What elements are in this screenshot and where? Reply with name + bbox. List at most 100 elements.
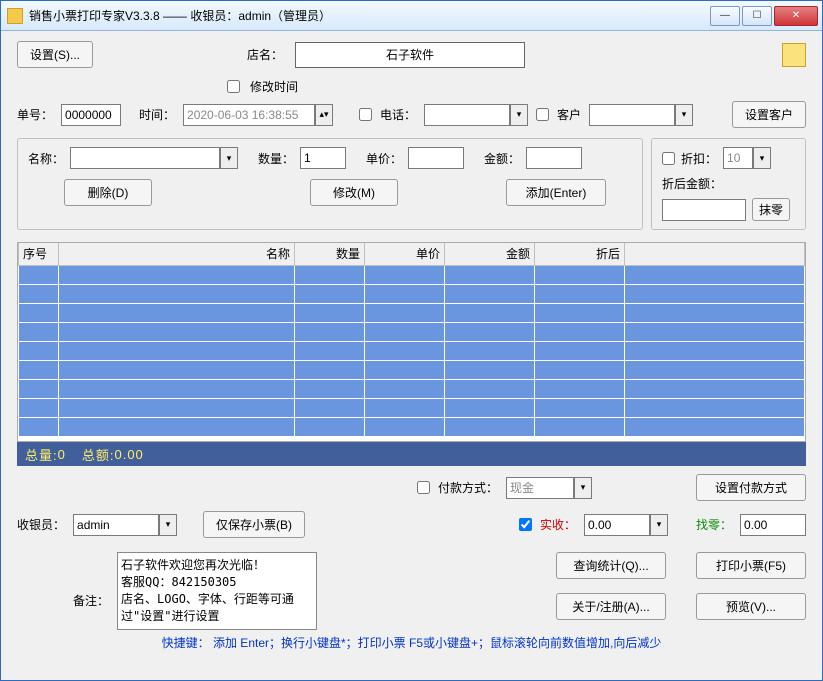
chevron-down-icon: ▾ <box>574 477 592 499</box>
actual-received-checkbox[interactable] <box>519 518 532 531</box>
actual-received-dropdown[interactable]: ▾ <box>584 514 668 536</box>
cashier-row: 收银员： ▾ 仅保存小票(B) 实收： ▾ 找零： <box>17 511 806 538</box>
column-header[interactable]: 金额 <box>445 243 535 265</box>
table-row[interactable] <box>19 341 805 360</box>
print-preview-col: 打印小票(F5) 预览(V)... <box>696 552 806 620</box>
phone-checkbox[interactable] <box>359 108 372 121</box>
items-table[interactable]: 序号名称数量单价金额折后 <box>18 243 805 437</box>
total-amount-label: 总额: <box>82 445 115 464</box>
column-header[interactable]: 数量 <box>295 243 365 265</box>
modify-button[interactable]: 修改(M) <box>310 179 398 206</box>
preview-button[interactable]: 预览(V)... <box>696 593 806 620</box>
total-qty-label: 总量: <box>25 445 58 464</box>
amount-input[interactable] <box>526 147 582 169</box>
set-pay-method-button[interactable]: 设置付款方式 <box>696 474 806 501</box>
time-dropdown[interactable]: ▴▾ <box>183 104 333 126</box>
table-row[interactable] <box>19 360 805 379</box>
delete-button[interactable]: 删除(D) <box>64 179 152 206</box>
chevron-down-icon[interactable]: ▾ <box>220 147 238 169</box>
billno-input[interactable] <box>61 104 121 126</box>
phone-dropdown[interactable]: ▾ <box>424 104 528 126</box>
pay-method-checkbox[interactable] <box>417 481 430 494</box>
edit-time-label: 修改时间 <box>250 78 298 95</box>
discount-label: 折扣： <box>681 150 717 167</box>
discount-dropdown: ▾ <box>723 147 771 169</box>
time-input <box>183 104 315 126</box>
chevron-down-icon[interactable]: ▾ <box>510 104 528 126</box>
window-title: 销售小票打印专家V3.3.8 —— 收银员：admin（管理员） <box>29 7 710 24</box>
cashier-input[interactable] <box>73 514 159 536</box>
actual-received-label: 实收： <box>540 516 576 533</box>
table-row[interactable] <box>19 265 805 284</box>
after-discount-label: 折后金额： <box>662 175 722 192</box>
add-button[interactable]: 添加(Enter) <box>506 179 606 206</box>
qty-input[interactable] <box>300 147 346 169</box>
item-name-label: 名称： <box>28 150 64 167</box>
titlebar: 销售小票打印专家V3.3.8 —— 收银员：admin（管理员） — ☐ ✕ <box>1 1 822 31</box>
cashier-dropdown[interactable]: ▾ <box>73 514 177 536</box>
app-window: 销售小票打印专家V3.3.8 —— 收银员：admin（管理员） — ☐ ✕ 设… <box>0 0 823 681</box>
chevron-down-icon[interactable]: ▾ <box>159 514 177 536</box>
chevron-down-icon[interactable]: ▾ <box>650 514 668 536</box>
table-row[interactable] <box>19 417 805 436</box>
set-customer-button[interactable]: 设置客户 <box>732 101 806 128</box>
total-qty-value: 0 <box>58 447 66 462</box>
cashier-label: 收银员： <box>17 516 65 533</box>
column-header[interactable]: 名称 <box>59 243 295 265</box>
round-button[interactable]: 抹零 <box>752 198 790 221</box>
pay-method-dropdown: ▾ <box>506 477 592 499</box>
column-header[interactable] <box>625 243 805 265</box>
actual-received-input[interactable] <box>584 514 650 536</box>
change-input[interactable] <box>740 514 806 536</box>
change-label: 找零： <box>696 516 732 533</box>
discount-checkbox[interactable] <box>662 152 675 165</box>
customer-label: 客户 <box>557 106 581 123</box>
settings-button[interactable]: 设置(S)... <box>17 41 93 68</box>
after-discount-input <box>662 199 746 221</box>
column-header[interactable]: 折后 <box>535 243 625 265</box>
column-header[interactable]: 单价 <box>365 243 445 265</box>
chevron-down-icon: ▾ <box>753 147 771 169</box>
pay-row: 付款方式： ▾ 设置付款方式 <box>17 474 806 501</box>
window-buttons: — ☐ ✕ <box>710 6 818 26</box>
edit-time-checkbox[interactable] <box>227 80 240 93</box>
customer-input[interactable] <box>589 104 675 126</box>
minimize-button[interactable]: — <box>710 6 740 26</box>
table-row[interactable] <box>19 284 805 303</box>
maximize-button[interactable]: ☐ <box>742 6 772 26</box>
app-icon <box>7 8 23 24</box>
customer-dropdown[interactable]: ▾ <box>589 104 693 126</box>
edit-time-row: 修改时间 <box>17 78 806 95</box>
discount-panel: 折扣： ▾ 折后金额： 抹零 <box>651 138 806 230</box>
time-stepper-icon[interactable]: ▴▾ <box>315 104 333 126</box>
query-about-col: 查询统计(Q)... 关于/注册(A)... <box>556 552 666 620</box>
column-header[interactable]: 序号 <box>19 243 59 265</box>
query-stats-button[interactable]: 查询统计(Q)... <box>556 552 666 579</box>
shortcut-tips: 快捷键： 添加 Enter；换行小键盘*；打印小票 F5或小键盘+；鼠标滚轮向前… <box>17 630 806 653</box>
save-only-button[interactable]: 仅保存小票(B) <box>203 511 305 538</box>
amount-label: 金额： <box>484 150 520 167</box>
phone-input[interactable] <box>424 104 510 126</box>
print-button[interactable]: 打印小票(F5) <box>696 552 806 579</box>
notes-textarea[interactable] <box>117 552 317 630</box>
price-input[interactable] <box>408 147 464 169</box>
customer-checkbox[interactable] <box>536 108 549 121</box>
table-row[interactable] <box>19 303 805 322</box>
shop-label: 店名： <box>247 46 283 63</box>
table-row[interactable] <box>19 322 805 341</box>
close-button[interactable]: ✕ <box>774 6 818 26</box>
item-panel: 名称： ▾ 数量： 单价： 金额： 删除(D) 修改(M) <box>17 138 643 230</box>
item-name-input[interactable] <box>70 147 220 169</box>
totals-bar: 总量: 0 总额: 0.00 <box>17 442 806 466</box>
time-label: 时间： <box>139 106 175 123</box>
table-row[interactable] <box>19 379 805 398</box>
item-name-dropdown[interactable]: ▾ <box>70 147 238 169</box>
shop-name-text: 石子软件 <box>386 46 434 63</box>
discount-input <box>723 147 753 169</box>
chevron-down-icon[interactable]: ▾ <box>675 104 693 126</box>
pay-method-input <box>506 477 574 499</box>
about-register-button[interactable]: 关于/注册(A)... <box>556 593 666 620</box>
table-row[interactable] <box>19 398 805 417</box>
entry-row: 名称： ▾ 数量： 单价： 金额： 删除(D) 修改(M) <box>17 138 806 230</box>
notepad-icon[interactable] <box>782 43 806 67</box>
